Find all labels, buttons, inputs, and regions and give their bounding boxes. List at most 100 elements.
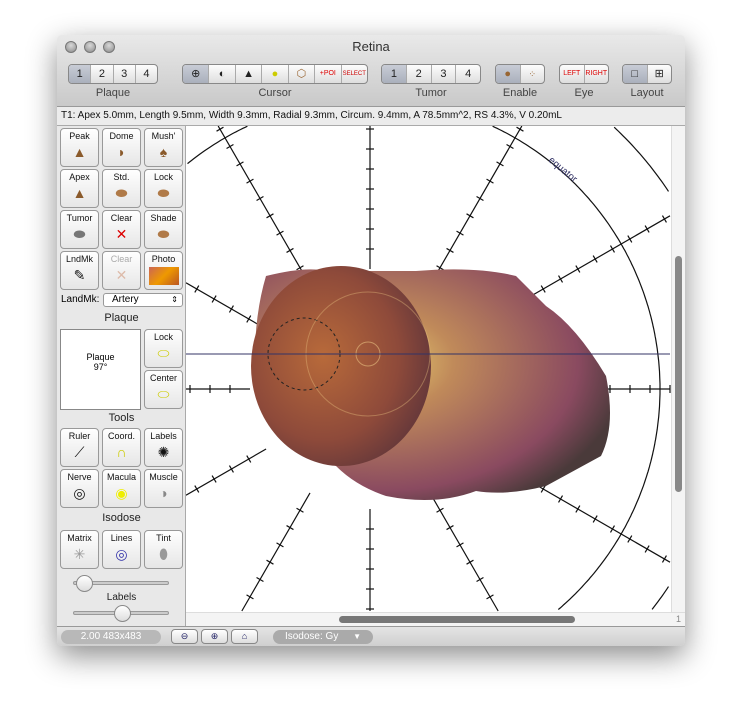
lines-button[interactable]: Lines ◎ [102, 530, 141, 569]
meridian-tick [661, 555, 667, 563]
single-enable-icon[interactable]: ● [496, 65, 520, 83]
landmark-select[interactable]: Artery ⇕ [103, 293, 183, 307]
meridian-tick [446, 525, 454, 531]
plaque-3[interactable]: 3 [112, 65, 135, 83]
eye-left[interactable]: LEFT [560, 65, 584, 83]
cursor-group: ⊕ ◐ ▲ ● ⬡ +POI SELECT Cursor [182, 64, 368, 99]
dome-icon: ◗ [117, 144, 126, 160]
meridian-tick [486, 178, 494, 184]
home-icon[interactable]: ⌂ [231, 629, 258, 644]
meridian-line [429, 126, 523, 286]
matrix-button[interactable]: Matrix ✳ [60, 530, 99, 569]
plaque-1[interactable]: 1 [69, 65, 91, 83]
select-cursor-icon[interactable]: SELECT [340, 65, 367, 83]
clear-x-icon: ✕ [115, 226, 128, 242]
poi-cursor-icon[interactable]: +POI [314, 65, 340, 83]
peak-icon: ▲ [72, 144, 87, 160]
mushroom-icon: ♠ [159, 144, 168, 160]
meridian-tick [476, 195, 484, 201]
window-title: Retina [352, 39, 390, 54]
isodose-units-select[interactable]: Isodose: Gy ▼ [273, 630, 373, 644]
plaque-dial-name: Plaque [86, 352, 115, 362]
meridian-tick [266, 559, 274, 565]
zoom-out-icon[interactable]: ⊖ [171, 629, 198, 644]
tumor-3[interactable]: 3 [430, 65, 456, 83]
meridian-tick [661, 215, 667, 223]
photo-button[interactable]: Photo [144, 251, 183, 290]
dome-button[interactable]: Dome ◗ [102, 128, 141, 167]
meridian-tick [558, 495, 564, 503]
plaque-lock-button[interactable]: Lock ⬭ [144, 329, 183, 368]
mushroom-button[interactable]: Mush' ♠ [144, 128, 183, 167]
meridian-tick [486, 594, 494, 600]
meridian-tick [609, 245, 616, 253]
ruler-button[interactable]: Ruler ⟋ [60, 428, 99, 467]
clear-landmark-icon: ✕ [115, 267, 128, 283]
landmark-pen-icon: ✎ [73, 267, 86, 283]
tint-button[interactable]: Tint ⬮ [144, 530, 183, 569]
meridian-line [217, 126, 311, 286]
tumor-4[interactable]: 4 [455, 65, 480, 83]
peak-button[interactable]: Peak ▲ [60, 128, 99, 167]
meridian-tick [256, 195, 264, 201]
tools-section-title: Tools [108, 412, 135, 424]
arrow-cursor-icon[interactable]: ▲ [234, 65, 261, 83]
std-button[interactable]: Std. ⬬ [102, 169, 141, 208]
nerve-icon: ◎ [73, 485, 86, 501]
rotate-cursor-icon[interactable]: ◐ [208, 65, 234, 83]
tumor-1[interactable]: 1 [382, 65, 406, 83]
labels-button[interactable]: Labels ✺ [144, 428, 183, 467]
labels-slider[interactable] [73, 605, 169, 622]
tumor-group: 1234 Tumor [381, 64, 481, 99]
landmark-button[interactable]: LndMk ✎ [60, 251, 99, 290]
horizontal-scrollbar[interactable]: 1 [186, 612, 685, 626]
landmark-label: LandMk: [61, 294, 100, 305]
muscle-button[interactable]: Muscle ◑ [144, 469, 183, 508]
plaque-rotation-dial[interactable]: Plaque 97° [60, 329, 141, 410]
meridian-tick [456, 542, 464, 548]
outer-circle [613, 126, 670, 610]
clear-tumor-button[interactable]: Clear ✕ [102, 210, 141, 249]
move-plaque-cursor-icon[interactable]: ⊕ [183, 65, 209, 83]
multi-enable-icon[interactable]: ⁘ [519, 65, 545, 83]
meridian-tick [296, 265, 304, 271]
tumor-status-line: T1: Apex 5.0mm, Length 9.5mm, Width 9.3m… [57, 107, 685, 126]
retina-diagram: equator [186, 126, 671, 612]
meridian-tick [540, 285, 546, 293]
meridian-tick [286, 247, 294, 253]
meridian-tick [466, 213, 474, 219]
meridian-tick [246, 178, 254, 184]
meridian-tick [592, 515, 598, 523]
bottom-bar: 2.00 483x483 ⊖ ⊕ ⌂ Isodose: Gy ▼ [57, 626, 685, 646]
meridian-tick [226, 143, 234, 150]
shade-button[interactable]: Shade ⬬ [144, 210, 183, 249]
plaque-angle: 97° [93, 362, 108, 372]
vertical-scrollbar[interactable] [671, 126, 685, 612]
tumor-button[interactable]: Tumor ⬬ [60, 210, 99, 249]
nerve-button[interactable]: Nerve ◎ [60, 469, 99, 508]
ellipse-icon: ⬬ [115, 185, 128, 201]
plaque-center-button[interactable]: Center ⬭ [144, 370, 183, 409]
eye-right[interactable]: RIGHT [583, 65, 609, 83]
plaque-2[interactable]: 2 [90, 65, 112, 83]
retina-canvas[interactable]: equator 1 [186, 126, 685, 626]
matrix-icon: ✳ [73, 546, 86, 562]
ring-cursor-icon[interactable]: ⬡ [287, 65, 314, 83]
lock-shape-button[interactable]: Lock ⬬ [144, 169, 183, 208]
labels-wheel-icon: ✺ [157, 444, 170, 460]
isodose-slider[interactable] [73, 575, 169, 592]
apex-button[interactable]: Apex ▲ [60, 169, 99, 208]
apex-icon: ▲ [72, 185, 87, 201]
quad-layout-icon[interactable]: ⊞ [646, 65, 672, 83]
macula-button[interactable]: Macula ◉ [102, 469, 141, 508]
tumor-2[interactable]: 2 [405, 65, 431, 83]
target-cursor-icon[interactable]: ● [261, 65, 287, 83]
zoom-readout: 2.00 483x483 [61, 630, 161, 644]
layout-label: Layout [630, 87, 664, 99]
zoom-in-icon[interactable]: ⊕ [201, 629, 228, 644]
single-layout-icon[interactable]: □ [623, 65, 647, 83]
meridian-tick [476, 577, 484, 583]
plaque-4[interactable]: 4 [134, 65, 157, 83]
coord-button[interactable]: Coord. ∩ [102, 428, 141, 467]
meridian-tick [446, 247, 454, 253]
